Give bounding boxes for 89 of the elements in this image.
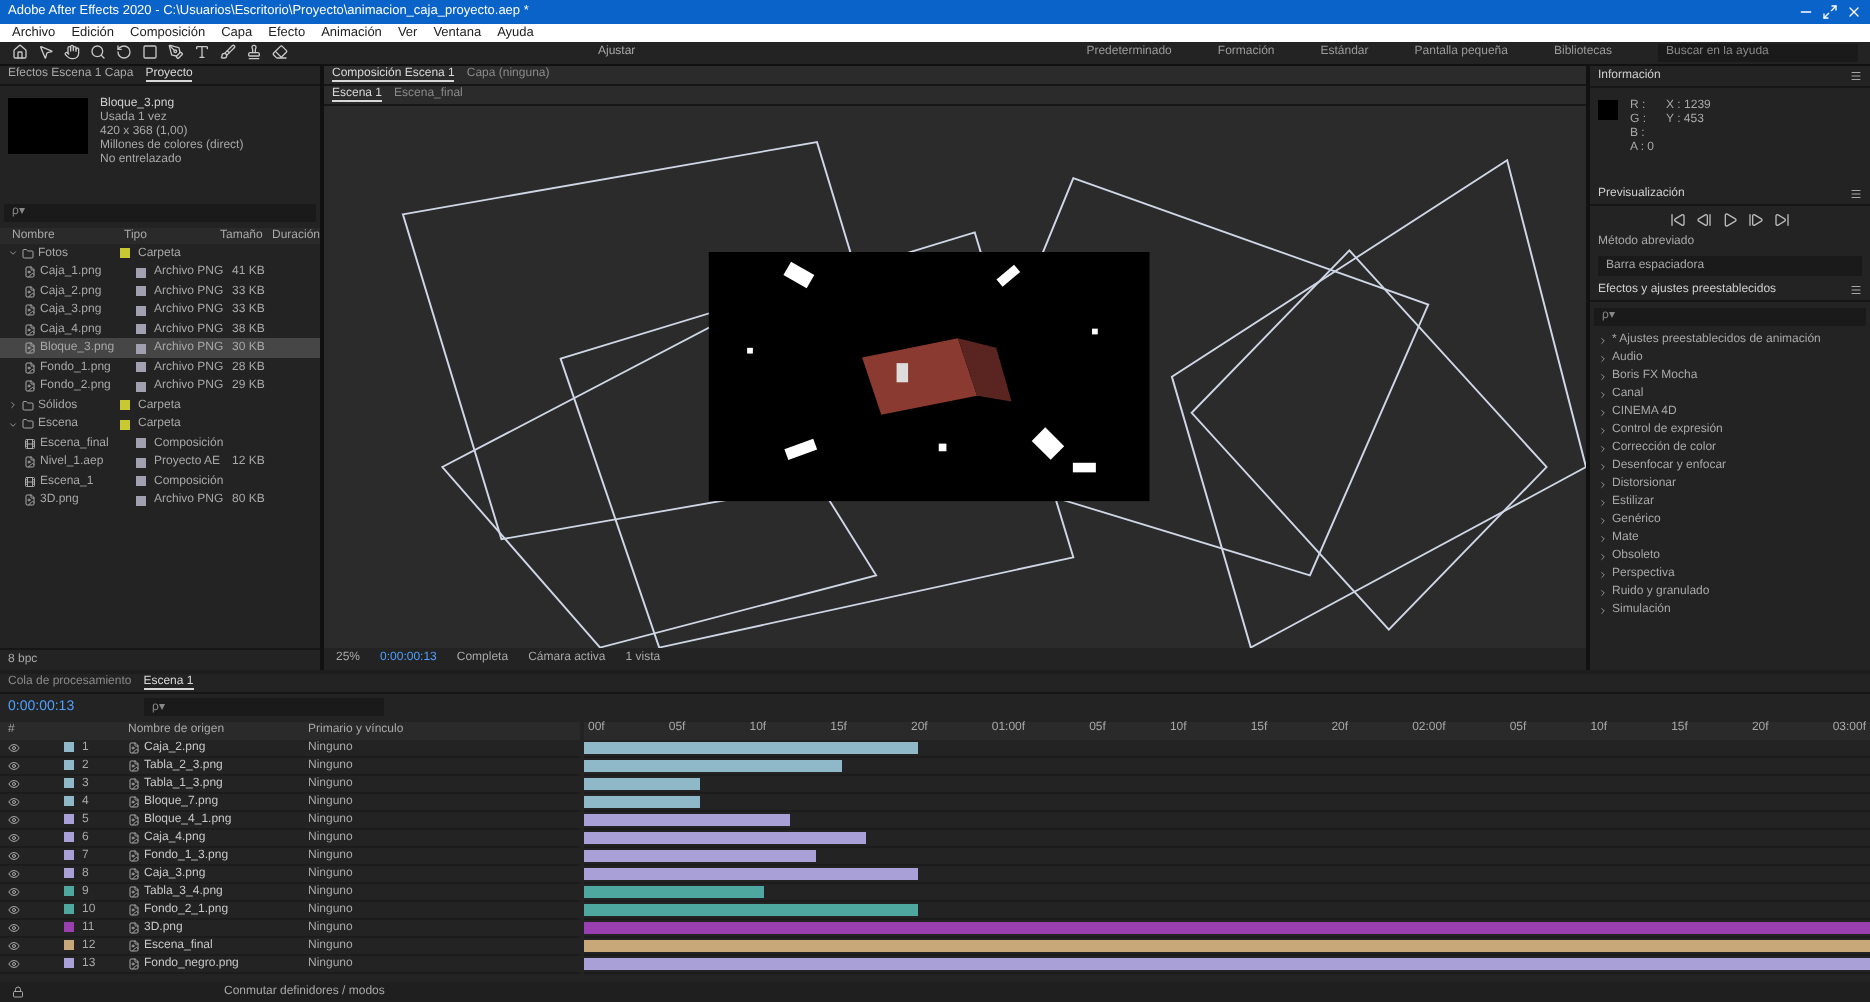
- pointer-icon[interactable]: [38, 44, 54, 61]
- menu-icon[interactable]: [1850, 187, 1862, 200]
- label-swatch: [136, 495, 146, 506]
- pen-icon[interactable]: [168, 44, 184, 61]
- eye-icon[interactable]: [8, 759, 20, 772]
- layer-duration-bar[interactable]: [584, 885, 765, 898]
- eye-icon[interactable]: [8, 903, 20, 916]
- brush-icon[interactable]: [220, 44, 236, 61]
- image-file-icon: [128, 759, 140, 772]
- menu-icon[interactable]: [1850, 69, 1862, 82]
- close-icon[interactable]: [1846, 3, 1862, 20]
- label-swatch: [120, 248, 130, 259]
- skip-back-icon[interactable]: [1670, 211, 1686, 228]
- text-icon[interactable]: [194, 44, 210, 61]
- label-swatch: [136, 343, 146, 354]
- label-swatch: [136, 324, 146, 335]
- layer-duration-bar[interactable]: [584, 777, 700, 790]
- image-file-icon: [128, 939, 140, 952]
- layer-duration-bar[interactable]: [584, 939, 1870, 952]
- label-swatch: [136, 438, 146, 449]
- step-forward-icon[interactable]: [1748, 211, 1764, 228]
- layer-duration-bar[interactable]: [584, 903, 919, 916]
- layer-duration-bar[interactable]: [584, 795, 700, 808]
- label-swatch: [136, 267, 146, 278]
- image-file-icon: [128, 741, 140, 754]
- eye-icon[interactable]: [8, 795, 20, 808]
- color-swatch: [1598, 99, 1618, 120]
- stamp-icon[interactable]: [246, 44, 262, 61]
- layer-duration-bar[interactable]: [584, 867, 919, 880]
- layer-duration-bar[interactable]: [584, 831, 867, 844]
- image-file-icon: [128, 795, 140, 808]
- eye-icon[interactable]: [8, 741, 20, 754]
- image-file-icon: [24, 266, 36, 279]
- play-icon[interactable]: [1722, 211, 1738, 228]
- layer-duration-bar[interactable]: [584, 741, 919, 754]
- layer-duration-bar[interactable]: [584, 957, 1870, 970]
- layer-duration-bar[interactable]: [584, 849, 816, 862]
- maximize-icon[interactable]: [1822, 3, 1838, 20]
- image-file-icon: [24, 380, 36, 393]
- rectangle-icon[interactable]: [142, 44, 158, 61]
- label-swatch: [136, 362, 146, 373]
- home-icon[interactable]: [12, 44, 28, 61]
- image-file-icon: [24, 361, 36, 374]
- eye-icon[interactable]: [8, 831, 20, 844]
- layer-duration-bar[interactable]: [584, 759, 842, 772]
- folder-icon: [22, 399, 34, 412]
- image-file-icon: [24, 456, 36, 469]
- skip-forward-icon[interactable]: [1774, 211, 1790, 228]
- image-file-icon: [128, 885, 140, 898]
- label-swatch: [136, 457, 146, 468]
- folder-icon: [22, 418, 34, 431]
- image-file-icon: [128, 903, 140, 916]
- thumbnail: [8, 97, 88, 154]
- zoom-icon[interactable]: [90, 44, 106, 61]
- layer-duration-bar[interactable]: [584, 813, 790, 826]
- image-file-icon: [24, 304, 36, 317]
- image-file-icon: [128, 777, 140, 790]
- image-file-icon: [24, 285, 36, 298]
- eye-icon[interactable]: [8, 921, 20, 934]
- eye-icon[interactable]: [8, 867, 20, 880]
- label-swatch: [136, 476, 146, 487]
- image-file-icon: [24, 494, 36, 507]
- image-file-icon: [128, 849, 140, 862]
- eye-icon[interactable]: [8, 885, 20, 898]
- eye-icon[interactable]: [8, 957, 20, 970]
- eye-icon[interactable]: [8, 813, 20, 826]
- menu-icon[interactable]: [1850, 283, 1862, 296]
- label-swatch: [136, 286, 146, 297]
- step-back-icon[interactable]: [1696, 211, 1712, 228]
- rotate-icon[interactable]: [116, 44, 132, 61]
- hand-icon[interactable]: [64, 44, 80, 61]
- image-file-icon: [24, 342, 36, 355]
- label-swatch: [136, 305, 146, 316]
- eraser-icon[interactable]: [272, 44, 288, 61]
- image-file-icon: [128, 831, 140, 844]
- image-file-icon: [128, 813, 140, 826]
- composition-icon: [24, 475, 36, 488]
- label-swatch: [120, 419, 130, 430]
- image-file-icon: [24, 323, 36, 336]
- eye-icon[interactable]: [8, 777, 20, 790]
- image-file-icon: [128, 921, 140, 934]
- image-file-icon: [128, 957, 140, 970]
- eye-icon[interactable]: [8, 849, 20, 862]
- eye-icon[interactable]: [8, 939, 20, 952]
- label-swatch: [120, 400, 130, 411]
- folder-icon: [22, 247, 34, 260]
- image-file-icon: [128, 867, 140, 880]
- composition-icon: [24, 437, 36, 450]
- label-swatch: [136, 381, 146, 392]
